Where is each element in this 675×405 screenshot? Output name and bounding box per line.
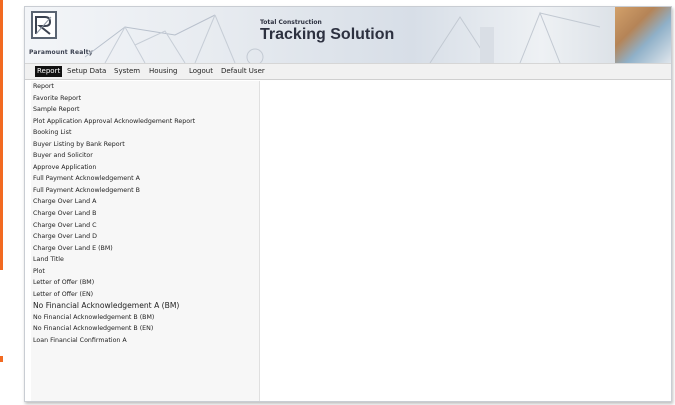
sidebar-item[interactable]: Letter of Offer (BM) (31, 277, 259, 289)
menu-setup-data[interactable]: Setup Data (65, 66, 108, 77)
building-sketch-icon (84, 14, 264, 63)
report-sidebar: Report Favorite Report Sample Report Plo… (31, 81, 260, 401)
left-accent-bar (0, 0, 3, 270)
sidebar-item[interactable]: Sample Report (31, 104, 259, 116)
sidebar-item[interactable]: No Financial Acknowledgement B (BM) (31, 312, 259, 324)
sidebar-item[interactable]: Land Title (31, 254, 259, 266)
sidebar-item[interactable]: Approve Application (31, 162, 259, 174)
sidebar-item[interactable]: Full Payment Acknowledgement B (31, 185, 259, 197)
sidebar-item[interactable]: Letter of Offer (EN) (31, 289, 259, 301)
construction-crane-icon (429, 11, 601, 63)
company-logo-icon (31, 11, 57, 39)
sidebar-item[interactable]: No Financial Acknowledgement B (EN) (31, 323, 259, 335)
menu-bar: Report Setup Data System Housing Logout … (25, 63, 671, 80)
sidebar-item[interactable]: Buyer Listing by Bank Report (31, 139, 259, 151)
sidebar-item[interactable]: Charge Over Land A (31, 196, 259, 208)
header-banner: Paramount Realty Total Construction Trac… (25, 7, 671, 63)
accent-mark (0, 356, 3, 362)
header-subtitle: Total Construction (260, 19, 322, 26)
menu-housing[interactable]: Housing (147, 66, 179, 77)
sidebar-item[interactable]: No Financial Acknowledgement A (BM) (31, 300, 259, 312)
menu-system[interactable]: System (112, 66, 142, 77)
sidebar-item[interactable]: Charge Over Land E (BM) (31, 243, 259, 255)
sidebar-item[interactable]: Booking List (31, 127, 259, 139)
header-title: Tracking Solution (260, 26, 395, 43)
sidebar-item[interactable]: Full Payment Acknowledgement A (31, 173, 259, 185)
app-window: Paramount Realty Total Construction Trac… (24, 6, 672, 402)
sidebar-item[interactable]: Plot Application Approval Acknowledgemen… (31, 116, 259, 128)
sidebar-item[interactable]: Charge Over Land B (31, 208, 259, 220)
main-content-area (261, 81, 669, 401)
sidebar-item[interactable]: Report (31, 81, 259, 93)
menu-logout[interactable]: Logout (187, 66, 215, 77)
current-user: Default User (221, 67, 265, 75)
sidebar-item[interactable]: Buyer and Solicitor (31, 150, 259, 162)
sidebar-item[interactable]: Plot (31, 266, 259, 278)
menu-report[interactable]: Report (35, 66, 63, 77)
sidebar-item[interactable]: Favorite Report (31, 93, 259, 105)
workers-photo (615, 7, 671, 63)
sidebar-item[interactable]: Charge Over Land D (31, 231, 259, 243)
sidebar-item[interactable]: Loan Financial Confirmation A (31, 335, 259, 347)
sidebar-item[interactable]: Charge Over Land C (31, 220, 259, 232)
